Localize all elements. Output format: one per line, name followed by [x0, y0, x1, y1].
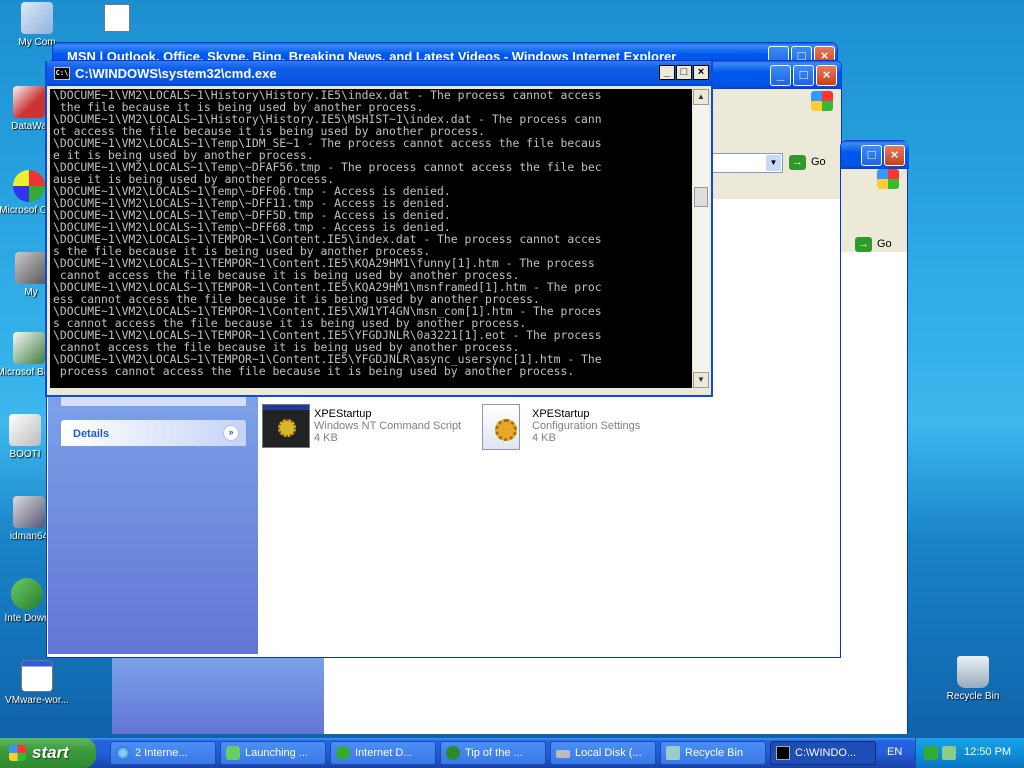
go-button[interactable]: → Go [787, 153, 835, 173]
file-type: Configuration Settings [532, 420, 641, 432]
maximize-button[interactable]: □ [676, 65, 692, 80]
windows-flag-icon [9, 745, 26, 761]
console-output[interactable]: \DOCUME~1\VM2\LOCALS~1\History\History.I… [50, 89, 692, 388]
close-button[interactable]: × [816, 65, 837, 86]
desktop-icon-label: Recycle Bin [946, 691, 1000, 702]
window-file-icon [21, 660, 53, 692]
details-section-header[interactable]: Details » [61, 420, 246, 446]
file-size: 4 KB [314, 432, 338, 444]
batch-file-icon [262, 404, 310, 448]
task-tip-of-the-day[interactable]: Tip of the ... [440, 741, 546, 765]
scroll-down-button[interactable]: ▼ [693, 372, 709, 388]
cmd-title: C:\WINDOWS\system32\cmd.exe [75, 66, 277, 81]
address-dropdown-icon[interactable]: ▼ [766, 155, 781, 171]
recycle-icon [666, 746, 680, 760]
desktop-icon-label: idman64 [9, 531, 49, 542]
task-recycle-bin[interactable]: Recycle Bin [660, 741, 766, 765]
chevron-down-icon[interactable]: » [223, 425, 239, 441]
file-size: 4 KB [532, 432, 556, 444]
close-button[interactable]: × [693, 65, 709, 80]
download-manager-icon [11, 578, 43, 610]
desktop-icon-label: Inte Down [4, 613, 50, 624]
network-tray-icon[interactable] [924, 746, 938, 760]
vertical-scrollbar[interactable]: ▲ ▼ [693, 89, 709, 388]
task-cmd[interactable]: C:\WINDO... [770, 741, 876, 765]
visual-studio-icon [13, 170, 45, 202]
lower-window-content [324, 658, 908, 734]
details-label: Details [73, 428, 110, 440]
console-line: process cannot access the file because i… [53, 364, 575, 378]
scroll-thumb[interactable] [694, 187, 708, 207]
launch-icon [226, 746, 240, 760]
cmd-title-bar[interactable]: C:\ C:\WINDOWS\system32\cmd.exe _ □ × [47, 61, 711, 86]
maximize-button[interactable]: □ [793, 65, 814, 86]
desktop-icon-recycle-bin[interactable]: Recycle Bin [938, 656, 1008, 702]
file-type: Windows NT Command Script [314, 420, 462, 432]
task-local-disk[interactable]: Local Disk (... [550, 741, 656, 765]
task-ie[interactable]: 2 Interne... [110, 741, 216, 765]
config-file-icon [482, 404, 520, 450]
desktop-icon-label: VMware-wor... [5, 695, 69, 706]
cmd-icon: C:\ [54, 67, 70, 80]
volume-tray-icon[interactable] [942, 746, 956, 760]
system-tray: 12:50 PM [915, 738, 1024, 768]
scroll-up-button[interactable]: ▲ [693, 89, 709, 105]
file-name: XPEStartup [314, 408, 372, 420]
visual-basic-icon [13, 332, 45, 364]
go-arrow-icon: → [855, 237, 872, 252]
desktop-icon-label: BOOTI [9, 449, 41, 460]
cmd-window[interactable]: C:\ C:\WINDOWS\system32\cmd.exe _ □ × \D… [45, 61, 713, 397]
lower-window-task-pane [112, 658, 324, 734]
minimize-button[interactable]: _ [770, 65, 791, 86]
task-internet-download[interactable]: Internet D... [330, 741, 436, 765]
go-button[interactable]: → Go [853, 235, 901, 255]
file-name: XPEStartup [532, 408, 590, 420]
notepad-shortcut-icon[interactable] [104, 4, 130, 32]
computer-icon [21, 2, 53, 34]
installer-icon [13, 496, 45, 528]
network-icon [15, 252, 47, 284]
desktop-icon-vmware[interactable]: VMware-wor... [2, 660, 72, 706]
tip-icon [446, 746, 460, 760]
ini-file-icon [9, 414, 41, 446]
maximize-button[interactable]: □ [861, 145, 882, 166]
desktop-icon-label: My Com [18, 37, 56, 48]
minimize-button[interactable]: _ [659, 65, 675, 80]
ie-icon [116, 746, 130, 760]
language-indicator[interactable]: EN [887, 746, 902, 758]
clock[interactable]: 12:50 PM [964, 746, 1011, 758]
task-pane-section-bottom [61, 396, 246, 406]
app-shortcut-icon [13, 86, 45, 118]
windows-logo-icon [811, 91, 833, 111]
explorer-window-right[interactable]: □ × → Go [840, 140, 909, 660]
start-button[interactable]: start [0, 738, 96, 768]
cmd-icon [776, 746, 790, 760]
recycle-bin-icon [957, 656, 989, 688]
windows-logo-icon [877, 169, 899, 189]
desktop-icon-label: DataWa [11, 121, 47, 132]
close-button[interactable]: × [884, 145, 905, 166]
idm-icon [336, 746, 350, 760]
taskbar: start 2 Interne... Launching ... Interne… [0, 738, 1024, 768]
desktop-icon-label: My [24, 287, 38, 298]
task-launching[interactable]: Launching ... [220, 741, 326, 765]
go-arrow-icon: → [789, 155, 806, 170]
drive-icon [556, 750, 570, 758]
